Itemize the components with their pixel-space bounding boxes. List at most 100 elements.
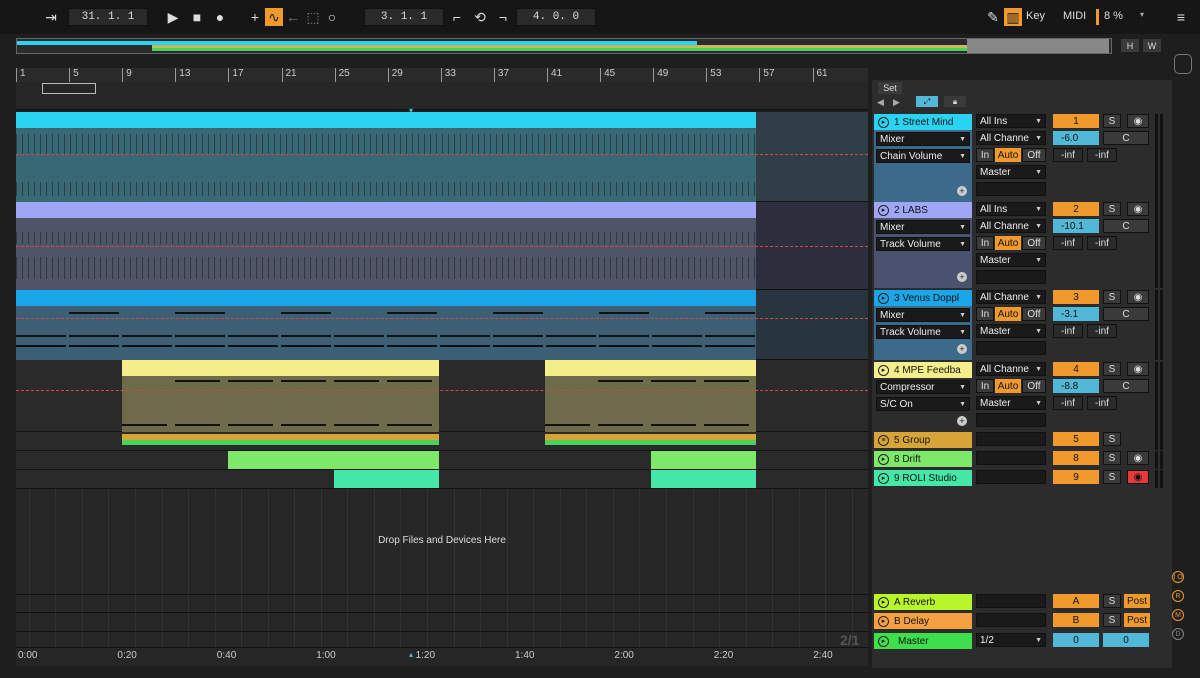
track-activator-4[interactable]: 4	[1053, 362, 1099, 376]
solo-button[interactable]: S	[1103, 594, 1121, 608]
clip-header[interactable]	[122, 360, 439, 376]
punch-out-icon[interactable]: ¬	[494, 8, 512, 26]
w-button[interactable]: W	[1143, 39, 1161, 52]
track-activator-icon[interactable]: ▸	[878, 364, 889, 376]
solo-button[interactable]: S	[1103, 290, 1121, 304]
automation-line[interactable]	[16, 390, 868, 391]
track-title-bar[interactable]: ▸ A Reverb	[874, 594, 972, 610]
expand-icon[interactable]: ⤢	[916, 96, 938, 107]
monitor-off-button[interactable]: Off	[1022, 148, 1046, 162]
monitor-in-button[interactable]: In	[976, 307, 994, 321]
clip-header[interactable]	[16, 112, 756, 128]
track-header-5[interactable]: ≡ 5 Group	[874, 432, 972, 450]
track-title-bar[interactable]: ▸ 3 Venus Doppl	[874, 290, 972, 306]
h-button[interactable]: H	[1121, 39, 1139, 52]
track-lane-3[interactable]	[16, 290, 868, 360]
track-lane-drift[interactable]	[16, 451, 868, 470]
solo-button[interactable]: S	[1103, 451, 1121, 465]
group-clip[interactable]	[545, 440, 756, 445]
track-title-bar[interactable]: ▸ 1 Street Mind	[874, 114, 972, 130]
chevron-down-icon[interactable]: ▾	[1140, 10, 1144, 19]
track-activator-5[interactable]: 5	[1053, 432, 1099, 446]
position-display[interactable]: 31. 1. 1	[68, 8, 148, 26]
volume-slider[interactable]: -6.0	[1053, 131, 1099, 145]
loop-bar[interactable]: ▾	[16, 82, 868, 115]
post-button[interactable]: Post	[1124, 613, 1150, 627]
track-activator-3[interactable]: 3	[1053, 290, 1099, 304]
monitor-in-button[interactable]: In	[976, 379, 994, 393]
clip-header[interactable]	[16, 202, 756, 218]
arm-icon[interactable]: ◉	[1127, 451, 1149, 465]
time-ruler[interactable]: 0:00 0:20 0:40 1:00 1:20 1:40 2:00 2:20 2:40	[16, 648, 868, 666]
track-header-8[interactable]: ▸ 8 Drift	[874, 451, 972, 469]
record-icon[interactable]: ●	[211, 8, 229, 26]
track-lane-roli[interactable]	[16, 470, 868, 489]
loop-brace[interactable]	[42, 83, 96, 94]
pan-knob[interactable]: C	[1103, 307, 1149, 321]
monitor-in-button[interactable]: In	[976, 236, 994, 250]
track-activator-icon[interactable]: ▸	[878, 204, 889, 216]
device-chooser[interactable]: Mixer ▼	[876, 220, 970, 234]
monitor-in-button[interactable]: In	[976, 148, 994, 162]
output-chooser[interactable]: Master ▼	[976, 253, 1046, 267]
monitor-off-button[interactable]: Off	[1022, 236, 1046, 250]
output-chooser[interactable]	[976, 470, 1046, 484]
automation-line[interactable]	[16, 318, 868, 319]
return-lane-a[interactable]	[16, 594, 868, 613]
track-lane-group[interactable]	[16, 432, 868, 451]
parameter-chooser[interactable]: Track Volume ▼	[876, 237, 970, 251]
input-type-chooser[interactable]: All Channe ▼	[976, 290, 1046, 304]
track-title-bar[interactable]: ≡ 5 Group	[874, 432, 972, 448]
output-channel-chooser[interactable]	[976, 270, 1046, 284]
draw-mode-icon[interactable]: ✎	[984, 8, 1002, 26]
track-lane-1[interactable]	[16, 112, 868, 202]
output-channel-chooser[interactable]	[976, 413, 1046, 427]
track-activator-icon[interactable]: ▸	[878, 596, 889, 608]
lock-icon[interactable]: 🔒︎	[944, 96, 966, 107]
output-chooser[interactable]: Master ▼	[976, 324, 1046, 338]
stop-icon[interactable]: ■	[188, 8, 206, 26]
keyboard-icon[interactable]: ▥	[1004, 8, 1022, 26]
solo-button[interactable]: S	[1103, 613, 1121, 627]
arm-icon[interactable]: ◉	[1127, 470, 1149, 484]
track-title-bar[interactable]: ▸ 8 Drift	[874, 451, 972, 467]
midi-clip[interactable]	[16, 290, 809, 360]
track-activator-8[interactable]: 8	[1053, 451, 1099, 465]
input-channel-chooser[interactable]: All Channe ▼	[976, 131, 1046, 145]
input-type-chooser[interactable]: All Ins ▼	[976, 114, 1046, 128]
key-map-button[interactable]: Key	[1026, 10, 1045, 22]
midi-clip[interactable]	[545, 360, 756, 432]
track-activator-2[interactable]: 2	[1053, 202, 1099, 216]
track-title-bar[interactable]: ▸ 4 MPE Feedba	[874, 362, 972, 378]
automation-line[interactable]	[16, 154, 868, 155]
return-track-A[interactable]: ▸ A Reverb	[874, 594, 972, 610]
output-chooser[interactable]: Master ▼	[976, 396, 1046, 410]
nav-left-icon[interactable]: ◀	[877, 97, 884, 108]
nav-right-icon[interactable]: ▶	[893, 97, 900, 108]
arm-icon[interactable]: ◉	[1127, 114, 1149, 128]
track-title-bar[interactable]: ▸ B Delay	[874, 613, 972, 629]
output-channel-chooser[interactable]	[976, 341, 1046, 355]
return-activator[interactable]: A	[1053, 594, 1099, 608]
return-activator[interactable]: B	[1053, 613, 1099, 627]
master-output-chooser[interactable]: 1/2 ▼	[976, 633, 1046, 647]
io-toggle[interactable]: I O	[1172, 571, 1184, 583]
track-activator-icon[interactable]: ≡	[878, 434, 889, 446]
pan-knob[interactable]: C	[1103, 131, 1149, 145]
arm-icon[interactable]: ◉	[1127, 202, 1149, 216]
set-button[interactable]: Set	[878, 82, 902, 94]
mixer-toggle[interactable]: M	[1172, 609, 1184, 621]
post-button[interactable]: Post	[1124, 594, 1150, 608]
pan-knob[interactable]: C	[1103, 219, 1149, 233]
midi-map-button[interactable]: MIDI	[1063, 10, 1086, 22]
input-channel-chooser[interactable]: All Channe ▼	[976, 219, 1046, 233]
master-lane[interactable]	[16, 632, 868, 648]
track-activator-icon[interactable]: ▸	[878, 292, 889, 304]
parameter-chooser[interactable]: Chain Volume ▼	[876, 149, 970, 163]
add-automation-icon[interactable]: +	[957, 416, 967, 426]
volume-slider[interactable]: -3.1	[1053, 307, 1099, 321]
track-activator-icon[interactable]: ▸	[878, 615, 889, 627]
monitor-auto-button[interactable]: Auto	[995, 236, 1021, 250]
track-activator-icon[interactable]: ▸	[878, 472, 889, 484]
track-title-bar[interactable]: ▸ 2 LABS	[874, 202, 972, 218]
